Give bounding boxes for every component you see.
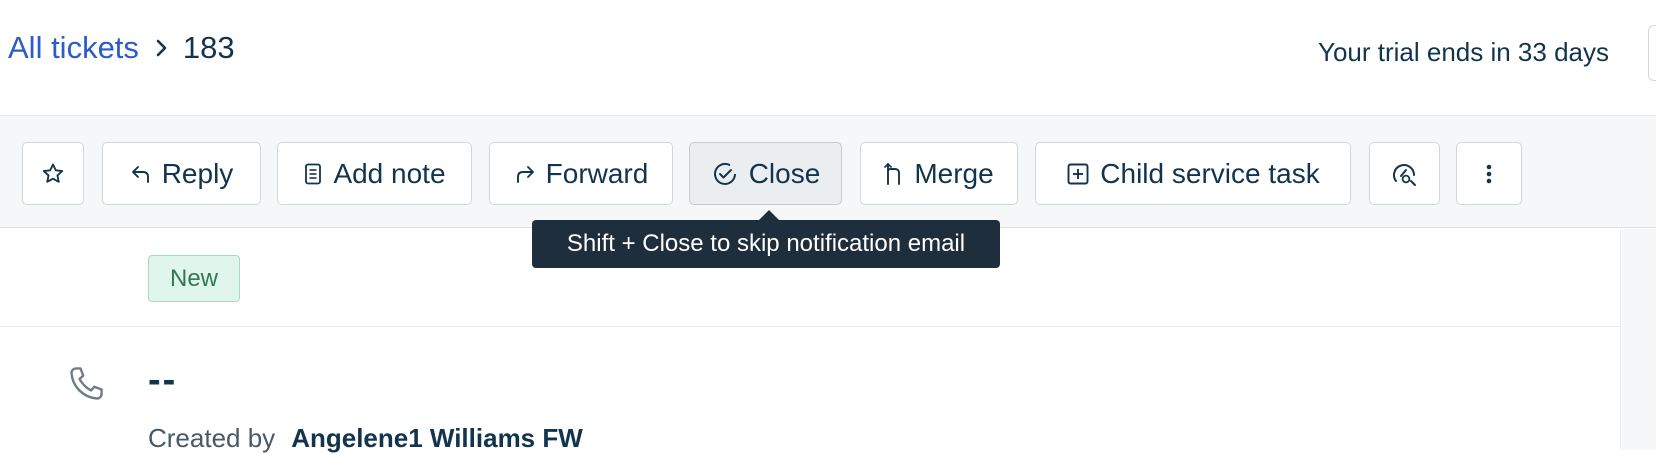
ticket-toolbar: Reply Add note Forward Close Merge Child…	[0, 116, 1656, 228]
trial-banner: Your trial ends in 33 days	[1317, 37, 1609, 67]
add-note-button[interactable]: Add note	[277, 142, 472, 205]
forward-button[interactable]: Forward	[489, 142, 673, 205]
forward-label: Forward	[545, 157, 649, 189]
reply-icon	[130, 163, 152, 185]
merge-icon	[884, 161, 904, 187]
created-by-author[interactable]: Angelene1 Williams FW	[291, 423, 583, 453]
breadcrumb-all-tickets-link[interactable]: All tickets	[8, 30, 139, 66]
status-badge: New	[148, 255, 241, 302]
more-options-button[interactable]	[1456, 142, 1522, 205]
header-action-button[interactable]	[1648, 25, 1656, 81]
phone-icon	[64, 362, 108, 411]
star-button[interactable]	[22, 142, 84, 205]
page-header: All tickets 183 Your trial ends in 33 da…	[0, 0, 1656, 116]
right-side-panel	[1622, 229, 1656, 450]
close-tooltip: Shift + Close to skip notification email	[532, 220, 1000, 268]
add-note-label: Add note	[333, 157, 446, 189]
divider	[0, 326, 1621, 327]
star-icon	[40, 161, 66, 187]
ticket-subject: --	[148, 359, 178, 401]
add-square-icon	[1066, 162, 1090, 186]
check-circle-icon	[711, 160, 739, 188]
agent-assist-icon	[1391, 160, 1419, 188]
reply-label: Reply	[161, 157, 234, 189]
child-service-task-button[interactable]: Child service task	[1035, 142, 1351, 205]
merge-label: Merge	[914, 157, 994, 189]
note-icon	[303, 162, 323, 186]
merge-button[interactable]: Merge	[860, 142, 1018, 205]
breadcrumb: All tickets 183	[8, 30, 235, 66]
close-label: Close	[748, 157, 821, 189]
agent-assist-button[interactable]	[1369, 142, 1440, 205]
forward-icon	[514, 163, 536, 185]
more-vertical-icon	[1485, 162, 1493, 186]
breadcrumb-ticket-id: 183	[182, 30, 235, 65]
reply-button[interactable]: Reply	[102, 142, 261, 205]
child-service-task-label: Child service task	[1100, 157, 1320, 189]
created-by-label: Created by	[148, 423, 276, 453]
chevron-right-icon	[155, 38, 169, 58]
created-by-line: Created by Angelene1 Williams FW	[148, 423, 583, 454]
close-button[interactable]: Close	[689, 142, 842, 205]
